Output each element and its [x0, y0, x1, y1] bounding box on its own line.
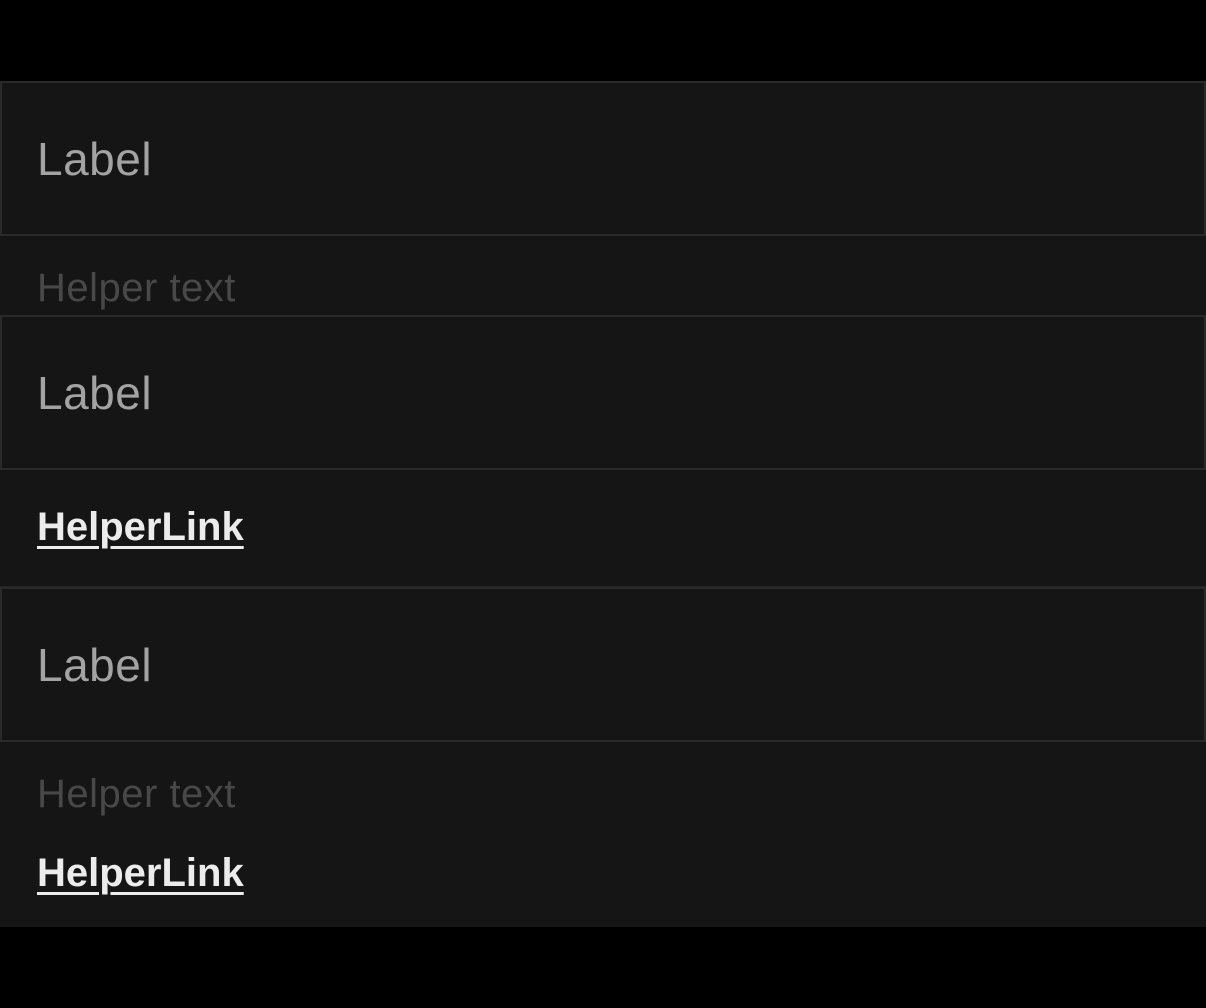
- text-field-3[interactable]: Label: [0, 587, 1206, 742]
- helper-text-3: Helper text: [37, 772, 236, 816]
- helper-link-2[interactable]: HelperLink: [37, 507, 244, 547]
- helper-text-1: Helper text: [37, 266, 236, 310]
- field-label: Label: [37, 366, 153, 419]
- field-label: Label: [37, 638, 153, 691]
- text-field-1[interactable]: Label: [0, 81, 1206, 236]
- text-field-2[interactable]: Label: [0, 315, 1206, 470]
- helper-link-3[interactable]: HelperLink: [37, 853, 244, 893]
- field-label: Label: [37, 132, 153, 185]
